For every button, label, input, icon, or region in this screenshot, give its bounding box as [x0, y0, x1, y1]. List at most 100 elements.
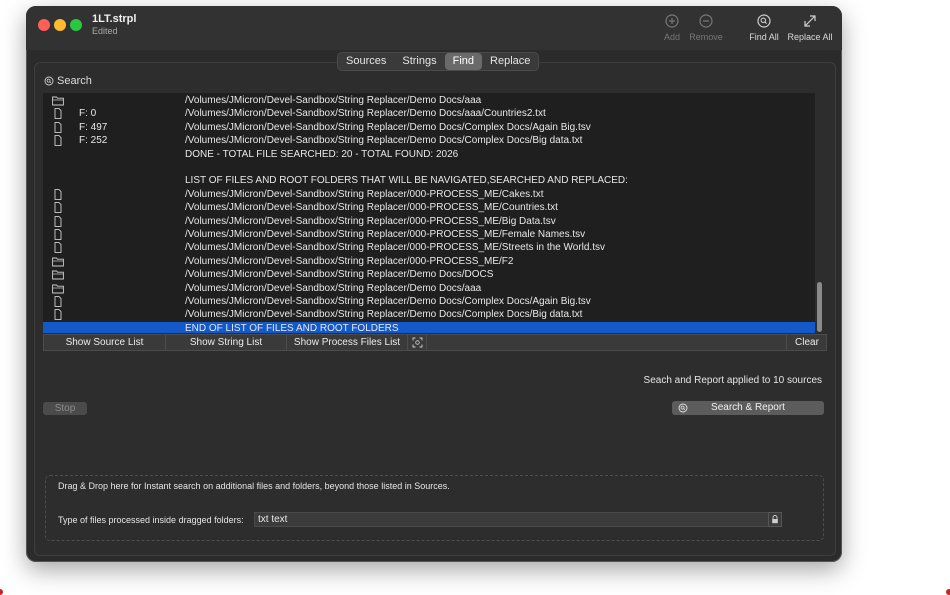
search-label-text: Search: [57, 75, 92, 87]
log-row-path: /Volumes/JMicron/Devel-Sandbox/String Re…: [185, 229, 586, 240]
log-row-path: /Volumes/JMicron/Devel-Sandbox/String Re…: [185, 309, 583, 321]
log-row[interactable]: /Volumes/JMicron/Devel-Sandbox/String Re…: [43, 295, 815, 308]
document-status: Edited: [92, 26, 118, 36]
log-row[interactable]: F: 252/Volumes/JMicron/Devel-Sandbox/Str…: [43, 134, 815, 147]
zoom-window-button[interactable]: [70, 19, 82, 31]
log-row-path: /Volumes/JMicron/Devel-Sandbox/String Re…: [185, 269, 494, 281]
file-types-label: Type of files processed inside dragged f…: [58, 515, 244, 525]
log-row-selected[interactable]: END OF LIST OF FILES AND ROOT FOLDERS: [43, 321, 815, 333]
file-icon: [52, 188, 64, 200]
title-bar: 1LT.strpl Edited Add Remove Find All Rep…: [26, 6, 842, 50]
tab-sources[interactable]: Sources: [338, 53, 394, 70]
lock-icon: [772, 515, 778, 524]
corner-mark: [0, 589, 3, 595]
tab-find[interactable]: Find: [444, 53, 483, 70]
lock-button[interactable]: [768, 512, 782, 527]
search-and-report-button[interactable]: Search & Report: [672, 401, 824, 415]
clear-button[interactable]: Clear: [786, 335, 827, 350]
search-report-icon: [678, 403, 688, 413]
add-label: Add: [663, 32, 680, 42]
log-row-path: /Volumes/JMicron/Devel-Sandbox/String Re…: [185, 202, 558, 214]
log-row-path: /Volumes/JMicron/Devel-Sandbox/String Re…: [185, 296, 591, 307]
log-row-count: F: 497: [79, 121, 108, 133]
log-row[interactable]: /Volumes/JMicron/Devel-Sandbox/String Re…: [43, 282, 815, 295]
swap-arrows-icon: [804, 15, 816, 27]
tab-strings[interactable]: Strings: [394, 53, 444, 70]
log-row[interactable]: DONE - TOTAL FILE SEARCHED: 20 - TOTAL F…: [43, 148, 815, 161]
log-row[interactable]: F: 497/Volumes/JMicron/Devel-Sandbox/Str…: [43, 121, 815, 134]
list-button-bar: Show Source List Show String List Show P…: [43, 334, 827, 351]
corner-mark: [946, 589, 950, 595]
log-row-path: DONE - TOTAL FILE SEARCHED: 20 - TOTAL F…: [185, 148, 459, 160]
remove-label: Remove: [689, 32, 723, 42]
file-icon: [52, 309, 64, 321]
remove-button[interactable]: Remove: [686, 12, 726, 42]
file-icon: [52, 242, 64, 254]
applied-sources-status: Seach and Report applied to 10 sources: [643, 375, 822, 386]
folder-icon: [52, 95, 64, 106]
search-icon: [44, 76, 54, 86]
drop-zone-instructions: Drag & Drop here for Instant search on a…: [58, 481, 450, 491]
file-icon: [52, 121, 64, 133]
search-section-label: Search: [44, 75, 92, 87]
document-title: 1LT.strpl: [92, 13, 137, 25]
magnifier-circle-icon: [757, 14, 771, 28]
add-button[interactable]: Add: [658, 12, 686, 42]
log-row-path: /Volumes/JMicron/Devel-Sandbox/String Re…: [185, 255, 514, 267]
log-row[interactable]: /Volumes/JMicron/Devel-Sandbox/String Re…: [43, 255, 815, 268]
file-icon: [52, 202, 64, 214]
log-row-count: F: 252: [79, 135, 108, 147]
log-row-path: /Volumes/JMicron/Devel-Sandbox/String Re…: [185, 135, 583, 147]
log-row[interactable]: /Volumes/JMicron/Devel-Sandbox/String Re…: [43, 241, 815, 254]
log-row-path: /Volumes/JMicron/Devel-Sandbox/String Re…: [185, 121, 591, 133]
log-row[interactable]: /Volumes/JMicron/Devel-Sandbox/String Re…: [43, 94, 815, 107]
log-scrollbar[interactable]: [817, 282, 822, 332]
app-window: 1LT.strpl Edited Add Remove Find All Rep…: [26, 6, 842, 562]
folder-icon: [52, 269, 64, 280]
replace-all-label: Replace All: [787, 32, 833, 42]
tab-replace[interactable]: Replace: [482, 53, 538, 70]
log-row[interactable]: /Volumes/JMicron/Devel-Sandbox/String Re…: [43, 215, 815, 228]
show-process-files-list-button[interactable]: Show Process Files List: [287, 335, 408, 350]
file-types-field[interactable]: txt text: [254, 512, 769, 527]
folder-icon: [52, 283, 64, 294]
log-row-path: /Volumes/JMicron/Devel-Sandbox/String Re…: [185, 282, 482, 294]
plus-circle-icon: [665, 14, 679, 28]
replace-all-button[interactable]: Replace All: [786, 12, 834, 42]
log-row-path: /Volumes/JMicron/Devel-Sandbox/String Re…: [185, 108, 546, 120]
results-log[interactable]: /Volumes/JMicron/Devel-Sandbox/String Re…: [43, 93, 815, 333]
show-string-list-button[interactable]: Show String List: [166, 335, 287, 350]
log-row-path: /Volumes/JMicron/Devel-Sandbox/String Re…: [185, 215, 556, 227]
minus-circle-icon: [699, 14, 713, 28]
log-row-path: END OF LIST OF FILES AND ROOT FOLDERS: [185, 322, 399, 333]
file-icon: [52, 229, 64, 240]
file-icon: [52, 215, 64, 227]
log-row[interactable]: /Volumes/JMicron/Devel-Sandbox/String Re…: [43, 201, 815, 214]
log-row[interactable]: /Volumes/JMicron/Devel-Sandbox/String Re…: [43, 268, 815, 281]
file-icon: [52, 135, 64, 147]
close-window-button[interactable]: [38, 19, 50, 31]
find-all-label: Find All: [749, 32, 779, 42]
log-row[interactable]: /Volumes/JMicron/Devel-Sandbox/String Re…: [43, 188, 815, 201]
log-row-path: /Volumes/JMicron/Devel-Sandbox/String Re…: [185, 95, 482, 106]
minimize-window-button[interactable]: [54, 19, 66, 31]
log-row-path: /Volumes/JMicron/Devel-Sandbox/String Re…: [185, 242, 605, 254]
log-row[interactable]: /Volumes/JMicron/Devel-Sandbox/String Re…: [43, 308, 815, 321]
find-all-button[interactable]: Find All: [746, 12, 782, 42]
file-icon: [52, 296, 64, 307]
folder-icon: [52, 256, 64, 267]
show-source-list-button[interactable]: Show Source List: [44, 335, 166, 350]
log-row-path: /Volumes/JMicron/Devel-Sandbox/String Re…: [185, 188, 544, 200]
log-row-count: F: 0: [79, 108, 97, 120]
log-row-path: LIST OF FILES AND ROOT FOLDERS THAT WILL…: [185, 175, 628, 187]
file-icon: [52, 108, 64, 120]
log-row[interactable]: LIST OF FILES AND ROOT FOLDERS THAT WILL…: [43, 174, 815, 187]
log-row[interactable]: F: 0/Volumes/JMicron/Devel-Sandbox/Strin…: [43, 107, 815, 120]
tab-bar: Sources Strings Find Replace: [337, 52, 540, 71]
viewfinder-icon: [412, 337, 422, 348]
log-row[interactable]: /Volumes/JMicron/Devel-Sandbox/String Re…: [43, 228, 815, 241]
focus-scan-button[interactable]: [408, 335, 427, 350]
stop-button[interactable]: Stop: [43, 402, 87, 415]
search-and-report-label: Search & Report: [711, 402, 785, 413]
log-row[interactable]: [43, 161, 815, 174]
